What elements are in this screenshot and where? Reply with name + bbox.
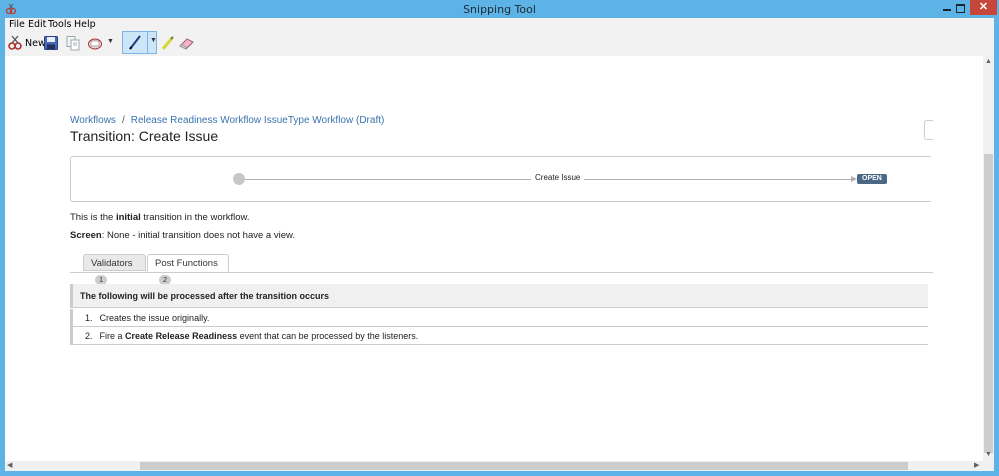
screen-description: Screen: None - initial transition does n… bbox=[70, 230, 295, 241]
description-prefix: This is the bbox=[70, 212, 114, 223]
tab-post-functions[interactable]: Post Functions2 bbox=[147, 254, 229, 285]
tab-post-functions-label: Post Functions bbox=[155, 258, 218, 269]
menu-file[interactable]: File bbox=[9, 19, 25, 30]
scroll-down-icon[interactable]: ▼ bbox=[985, 451, 992, 459]
save-button[interactable] bbox=[42, 33, 60, 53]
description-bold: initial bbox=[115, 212, 141, 223]
highlighter-icon bbox=[161, 36, 174, 50]
title-bar[interactable]: Snipping Tool ✕ bbox=[0, 0, 999, 18]
transition-tabs: Validators1 Post Functions2 bbox=[70, 253, 933, 285]
eraser-icon bbox=[179, 38, 194, 50]
breadcrumb-workflow-link[interactable]: Release Readiness Workflow IssueType Wor… bbox=[131, 115, 385, 126]
breadcrumb-separator: / bbox=[121, 115, 125, 126]
tab-validators-label: Validators bbox=[91, 258, 133, 269]
breadcrumb-workflows-link[interactable]: Workflows bbox=[70, 115, 116, 126]
window-title: Snipping Tool bbox=[463, 3, 536, 16]
cut-off-button[interactable] bbox=[924, 120, 933, 140]
screen-label: Screen bbox=[70, 230, 102, 241]
scroll-left-icon[interactable]: ◀ bbox=[7, 462, 12, 470]
copy-button[interactable] bbox=[64, 33, 82, 53]
app-chrome: File Edit Tools Help New ▼ ▼ bbox=[5, 18, 994, 57]
pen-icon bbox=[129, 35, 141, 50]
menu-tools[interactable]: Tools bbox=[48, 19, 71, 30]
breadcrumb: Workflows / Release Readiness Workflow Iss… bbox=[70, 115, 384, 126]
list-item: 1. Creates the issue originally. bbox=[70, 309, 928, 327]
menu-help[interactable]: Help bbox=[74, 19, 96, 30]
chevron-down-icon[interactable]: ▼ bbox=[107, 38, 114, 45]
event-name: Create Release Readiness bbox=[125, 331, 238, 341]
page-title: Transition: Create Issue bbox=[70, 128, 219, 144]
scrollbar-corner bbox=[983, 461, 994, 471]
minimize-icon bbox=[943, 9, 951, 11]
pen-tool-button[interactable]: ▼ bbox=[122, 31, 157, 54]
maximize-icon bbox=[956, 4, 965, 13]
description-suffix: transition in the workflow. bbox=[143, 212, 250, 223]
vertical-scrollbar[interactable]: ▲ ▼ bbox=[983, 56, 994, 461]
snipping-tool-window: Snipping Tool ✕ File Edit Tools Help New… bbox=[0, 0, 999, 476]
copy-icon bbox=[66, 36, 80, 51]
horizontal-scrollbar[interactable]: ◀ ▶ bbox=[5, 461, 983, 471]
menu-bar: File Edit Tools Help bbox=[5, 18, 994, 31]
vertical-scroll-thumb[interactable] bbox=[984, 154, 993, 453]
scroll-up-icon[interactable]: ▲ bbox=[985, 58, 992, 66]
snip-canvas: Workflows / Release Readiness Workflow Iss… bbox=[5, 56, 983, 461]
list-item-text: Creates the issue originally. bbox=[99, 313, 210, 323]
maximize-button[interactable] bbox=[951, 0, 969, 17]
pen-dropdown-chevron-icon[interactable]: ▼ bbox=[150, 37, 157, 44]
status-lozenge-open: OPEN bbox=[857, 174, 887, 184]
screen-value: : None - initial transition does not hav… bbox=[101, 230, 295, 241]
transition-diagram: Create Issue OPEN bbox=[70, 156, 931, 202]
initial-state-dot bbox=[233, 173, 245, 185]
send-snip-icon bbox=[88, 38, 102, 50]
list-item-number: 1. bbox=[85, 313, 93, 323]
close-button[interactable]: ✕ bbox=[970, 0, 997, 15]
list-item-number: 2. bbox=[85, 331, 93, 341]
highlighter-button[interactable] bbox=[160, 33, 176, 53]
transition-description: This is the initial transition in the wo… bbox=[70, 212, 250, 223]
close-icon: ✕ bbox=[978, 1, 989, 13]
new-snip-icon bbox=[8, 35, 22, 50]
transition-label: Create Issue bbox=[531, 173, 585, 182]
eraser-button[interactable] bbox=[178, 33, 196, 53]
send-snip-button[interactable]: ▼ bbox=[86, 33, 116, 53]
tab-validators[interactable]: Validators1 bbox=[83, 254, 146, 285]
scroll-right-icon[interactable]: ▶ bbox=[974, 462, 979, 470]
new-snip-button[interactable]: New bbox=[6, 33, 46, 53]
horizontal-scroll-thumb[interactable] bbox=[140, 462, 908, 470]
toolbar: New ▼ ▼ bbox=[5, 31, 994, 56]
post-functions-heading: The following will be processed after th… bbox=[70, 284, 928, 308]
list-item-prefix: Fire a bbox=[99, 331, 123, 341]
menu-edit[interactable]: Edit bbox=[28, 19, 46, 30]
list-item-suffix: event that can be processed by the liste… bbox=[239, 331, 419, 341]
save-icon bbox=[44, 36, 58, 50]
pen-dropdown-separator bbox=[147, 32, 148, 53]
list-item: 2. Fire a Create Release Readiness event… bbox=[70, 327, 928, 345]
